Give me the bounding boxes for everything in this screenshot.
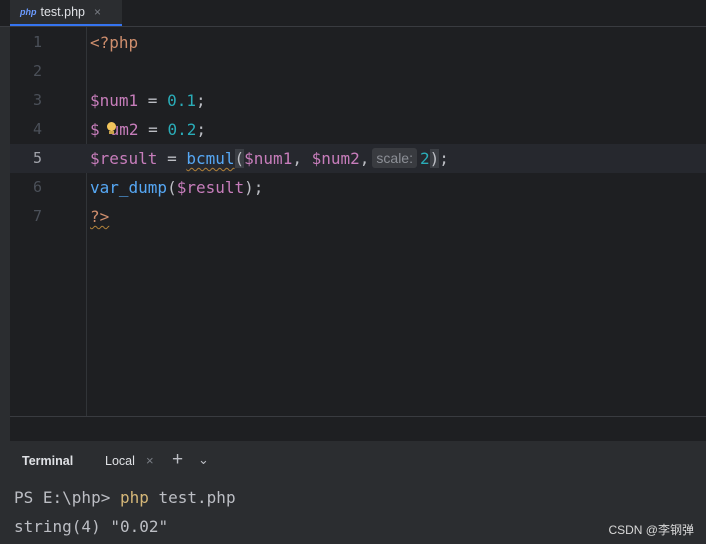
- line-number: 4: [32, 120, 42, 138]
- code-line-current[interactable]: 5 $result = bcmul($num1, $num2, scale: 2);: [10, 144, 706, 173]
- terminal-command-line: PS E:\php> php test.php: [14, 483, 236, 512]
- number-literal: 2: [419, 149, 430, 168]
- tab-label: test.php: [40, 5, 85, 19]
- line-number: 6: [32, 178, 42, 196]
- code-line[interactable]: 4 $ um2 = 0.2;: [10, 115, 706, 144]
- close-icon[interactable]: ×: [146, 453, 154, 468]
- number-literal: 0.1: [167, 91, 196, 110]
- variable: $result: [90, 149, 158, 168]
- semicolon: ;: [196, 120, 206, 139]
- number-literal: 0.2: [167, 120, 197, 139]
- variable-prefix: $: [90, 120, 100, 139]
- function-name: var_dump: [90, 178, 168, 197]
- close-paren: ): [244, 178, 254, 197]
- terminal-command: php: [119, 488, 149, 507]
- comma: ,: [292, 149, 312, 168]
- editor-tab-bar: php test.php ×: [0, 0, 706, 27]
- semicolon: ;: [253, 178, 264, 197]
- php-close-tag: ?>: [90, 207, 110, 226]
- parameter-hint: scale:: [372, 148, 417, 168]
- terminal-prompt: PS E:\php>: [14, 488, 120, 507]
- php-open-tag: <?php: [90, 33, 139, 52]
- chevron-down-icon[interactable]: ⌄: [198, 452, 209, 468]
- left-tool-strip: [0, 0, 10, 544]
- plus-icon[interactable]: +: [172, 449, 183, 471]
- variable: $num1: [90, 91, 139, 110]
- line-number: 1: [32, 33, 42, 51]
- line-number: 7: [32, 207, 42, 225]
- code-line[interactable]: 2: [10, 57, 706, 86]
- line-number: 5: [32, 149, 42, 167]
- panel-divider[interactable]: [10, 416, 706, 441]
- tab-local[interactable]: Local: [105, 454, 135, 468]
- terminal-header: Terminal Local × + ⌄: [10, 441, 706, 481]
- close-paren: ): [429, 149, 440, 168]
- operator: =: [138, 91, 168, 110]
- code-line[interactable]: 6 var_dump($result);: [10, 173, 706, 202]
- open-paren: (: [234, 149, 245, 168]
- terminal-output[interactable]: PS E:\php> php test.php string(4) "0.02"…: [0, 481, 706, 544]
- lightbulb-icon[interactable]: [107, 122, 116, 134]
- tab-test-php[interactable]: php test.php ×: [10, 0, 122, 26]
- argument: $result: [176, 178, 245, 197]
- code-line[interactable]: 3 $num1 = 0.1;: [10, 86, 706, 115]
- line-number: 2: [32, 62, 42, 80]
- line-number: 3: [32, 91, 42, 109]
- php-file-icon: php: [20, 6, 37, 17]
- comma: ,: [359, 149, 370, 168]
- operator: =: [138, 120, 168, 139]
- argument: $num1: [244, 149, 293, 168]
- argument: $num2: [311, 149, 360, 168]
- watermark: CSDN @李钢弹: [608, 523, 694, 537]
- semicolon: ;: [439, 149, 449, 168]
- terminal-result: string(4) "0.02": [14, 517, 169, 536]
- semicolon: ;: [195, 91, 206, 110]
- terminal-args: test.php: [148, 488, 236, 507]
- open-paren: (: [167, 178, 177, 197]
- operator: =: [157, 149, 187, 168]
- close-icon[interactable]: ×: [94, 5, 101, 19]
- function-name: bcmul: [186, 149, 235, 168]
- terminal-title[interactable]: Terminal: [22, 454, 73, 468]
- code-line[interactable]: 1 <?php: [10, 28, 706, 57]
- code-line[interactable]: 7 ?>: [10, 202, 706, 231]
